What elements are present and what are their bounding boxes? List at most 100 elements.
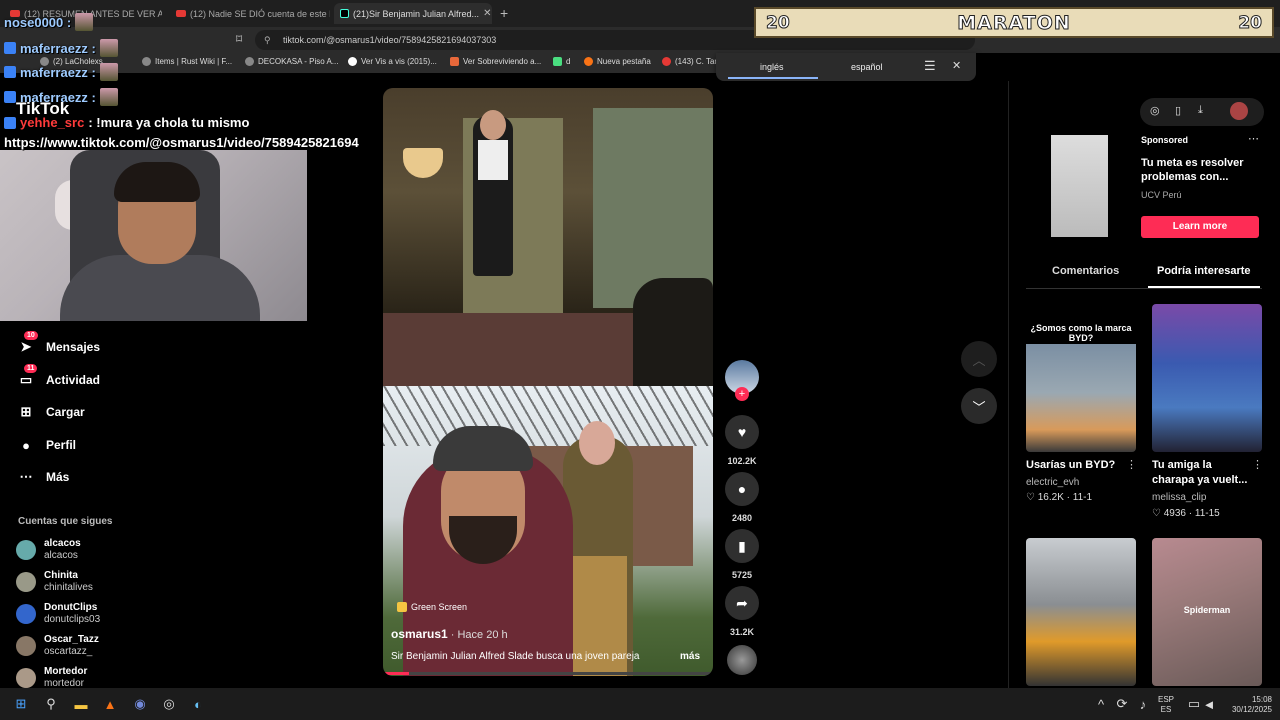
user-avatar[interactable] [1230, 102, 1248, 120]
comment-count: 2480 [731, 513, 753, 523]
windows-start-icon[interactable]: ⊞ [12, 695, 30, 713]
site-icon [450, 57, 459, 66]
video-progress-bar[interactable] [383, 672, 713, 675]
tab-comments[interactable]: Comentarios [1052, 265, 1119, 277]
network-icon[interactable]: ⟳ [1113, 695, 1131, 713]
recommended-video-user[interactable]: melissa_clip [1152, 492, 1206, 503]
translate-lang-to[interactable]: español [851, 62, 883, 72]
marathon-banner: 20 MARATON 20 [754, 7, 1274, 38]
share-action[interactable]: ➦ 31.2K [725, 586, 759, 637]
video-options-icon[interactable]: ⋮ [1126, 458, 1137, 471]
recommended-video-stats: ♡ 16.2K · 11-1 [1026, 492, 1093, 503]
translate-popup: inglés español ☰ ✕ [716, 53, 976, 81]
recommended-video-title[interactable]: Tu amiga la charapa ya vuelt... [1152, 458, 1254, 488]
comment-action[interactable]: ● 2480 [725, 472, 759, 523]
bookmark-item[interactable]: Items | Rust Wiki | F... [142, 57, 232, 66]
avatar [16, 572, 36, 592]
following-account[interactable]: Mortedor mortedor [16, 666, 87, 690]
badge-icon [4, 42, 16, 54]
following-section-title: Cuentas que sigues [18, 516, 113, 527]
volume-icon[interactable]: ◄ [1200, 695, 1218, 713]
bookmark-item[interactable]: d [553, 57, 570, 66]
recommended-video-title[interactable]: Usarías un BYD? [1026, 458, 1128, 473]
bookmark-item[interactable]: Ver Sobreviviendo a... [450, 57, 541, 66]
nav-profile[interactable]: ● Perfil [18, 437, 76, 453]
learn-more-button[interactable]: Learn more [1141, 216, 1259, 238]
bookmark-item[interactable]: (143) C. Tar [662, 57, 717, 66]
comment-icon[interactable]: ● [725, 472, 759, 506]
recommended-video-user[interactable]: electric_evh [1026, 477, 1079, 488]
speed-icon[interactable]: ◎ [1150, 104, 1160, 117]
close-icon[interactable]: ✕ [952, 59, 961, 72]
like-action[interactable]: ♥ 102.2K [725, 415, 759, 466]
music-disc-icon[interactable] [727, 645, 757, 675]
nav-activity[interactable]: ▭ 11 Actividad [18, 364, 100, 388]
progress-fill [383, 672, 410, 675]
video-options-icon[interactable]: ⋮ [1252, 458, 1263, 471]
bookmark-item[interactable]: Nueva pestaña [584, 57, 651, 66]
recommended-video-thumb[interactable]: Spiderman [1152, 538, 1262, 686]
bookmark-icon[interactable]: ▮ [725, 529, 759, 563]
address-bar-url: tiktok.com/@osmarus1/video/7589425821694… [283, 35, 497, 45]
clock[interactable]: 15:08 30/12/2025 [1222, 695, 1272, 715]
share-arrow-icon[interactable]: ➦ [725, 586, 759, 620]
chat-avatar [99, 39, 118, 57]
heart-outline-icon: ♡ [1152, 508, 1161, 519]
download-icon[interactable]: ⤓ [1198, 104, 1203, 117]
tree-branches [383, 386, 713, 446]
heart-icon[interactable]: ♥ [725, 415, 759, 449]
search-icon[interactable]: ⚲ [42, 695, 60, 713]
translate-lang-from[interactable]: inglés [760, 62, 784, 72]
creator-cap [433, 426, 533, 471]
close-tab-icon[interactable]: ✕ [483, 8, 491, 19]
brave-browser-icon[interactable]: ▲ [101, 695, 119, 713]
tab-divider [1026, 288, 1262, 289]
globe-icon [142, 57, 151, 66]
discord-icon[interactable]: ◉ [131, 695, 149, 713]
p-icon [348, 57, 357, 66]
file-explorer-icon[interactable]: ▬ [72, 695, 90, 713]
new-tab-button[interactable]: + [500, 5, 508, 21]
bookmark-icon[interactable]: ⌑ [236, 32, 242, 46]
video-player[interactable]: Green Screen osmarus1 · Hace 20 h Sir Be… [383, 88, 713, 676]
browser-tab[interactable]: (12) Nadie SE DIÓ cuenta de este DE... [170, 3, 330, 24]
webcam-overlay [0, 150, 307, 321]
following-account[interactable]: alcacos alcacos [16, 538, 81, 562]
next-video-button[interactable]: ﹀ [961, 388, 997, 424]
tray-chevron-icon[interactable]: ^ [1092, 695, 1110, 713]
browser-tab-active[interactable]: (21)Sir Benjamin Julian Alfred... ✕ [334, 3, 492, 24]
previous-video-button[interactable]: ︿ [961, 341, 997, 377]
ad-options-icon[interactable]: ⋯ [1248, 132, 1259, 145]
nav-more[interactable]: ⋯ Más [18, 469, 70, 485]
tiktok-icon [340, 9, 349, 18]
chat-avatar [75, 13, 94, 31]
activity-icon: ▭ 11 [18, 364, 38, 388]
following-account[interactable]: Oscar_Tazz oscartazz_ [16, 634, 99, 658]
nav-messages[interactable]: ➤ 10 Mensajes [18, 331, 100, 355]
site-info-icon[interactable]: ⚲ [264, 35, 271, 46]
save-action[interactable]: ▮ 5725 [725, 529, 759, 580]
ad-thumbnail[interactable] [1051, 135, 1108, 237]
menu-icon[interactable]: ☰ [924, 58, 936, 74]
description-more-link[interactable]: más [680, 651, 700, 662]
bookmark-item[interactable]: DECOKASA - Piso A... [245, 57, 338, 66]
language-indicator[interactable]: ESP ES [1158, 695, 1174, 715]
chat-message: nose0000 : [4, 13, 94, 31]
obs-icon[interactable]: ◎ [160, 695, 178, 713]
following-account[interactable]: DonutClips donutclips03 [16, 602, 100, 626]
tab-suggested[interactable]: Podría interesarte [1157, 265, 1251, 277]
recommended-video-thumb[interactable] [1026, 538, 1136, 686]
upload-plus-icon: ⊞ [20, 404, 32, 419]
microphone-icon[interactable]: ♪ [1134, 695, 1152, 713]
following-account[interactable]: Chinita chinitalives [16, 570, 93, 594]
bookmark-item[interactable]: Ver Vis a vis (2015)... [348, 57, 437, 66]
recommended-video-thumb[interactable]: ¿Somos como la marca BYD? [1026, 304, 1136, 452]
steam-icon[interactable]: ◐ [189, 695, 207, 713]
nav-upload[interactable]: ⊞ Cargar [18, 404, 85, 420]
follow-plus-icon[interactable]: + [735, 387, 749, 401]
save-count: 5725 [731, 570, 753, 580]
recommended-video-thumb[interactable] [1152, 304, 1262, 452]
device-icon[interactable]: ▯ [1175, 104, 1181, 117]
effect-tag[interactable]: Green Screen [397, 602, 467, 612]
video-author[interactable]: osmarus1 · Hace 20 h [391, 627, 508, 641]
